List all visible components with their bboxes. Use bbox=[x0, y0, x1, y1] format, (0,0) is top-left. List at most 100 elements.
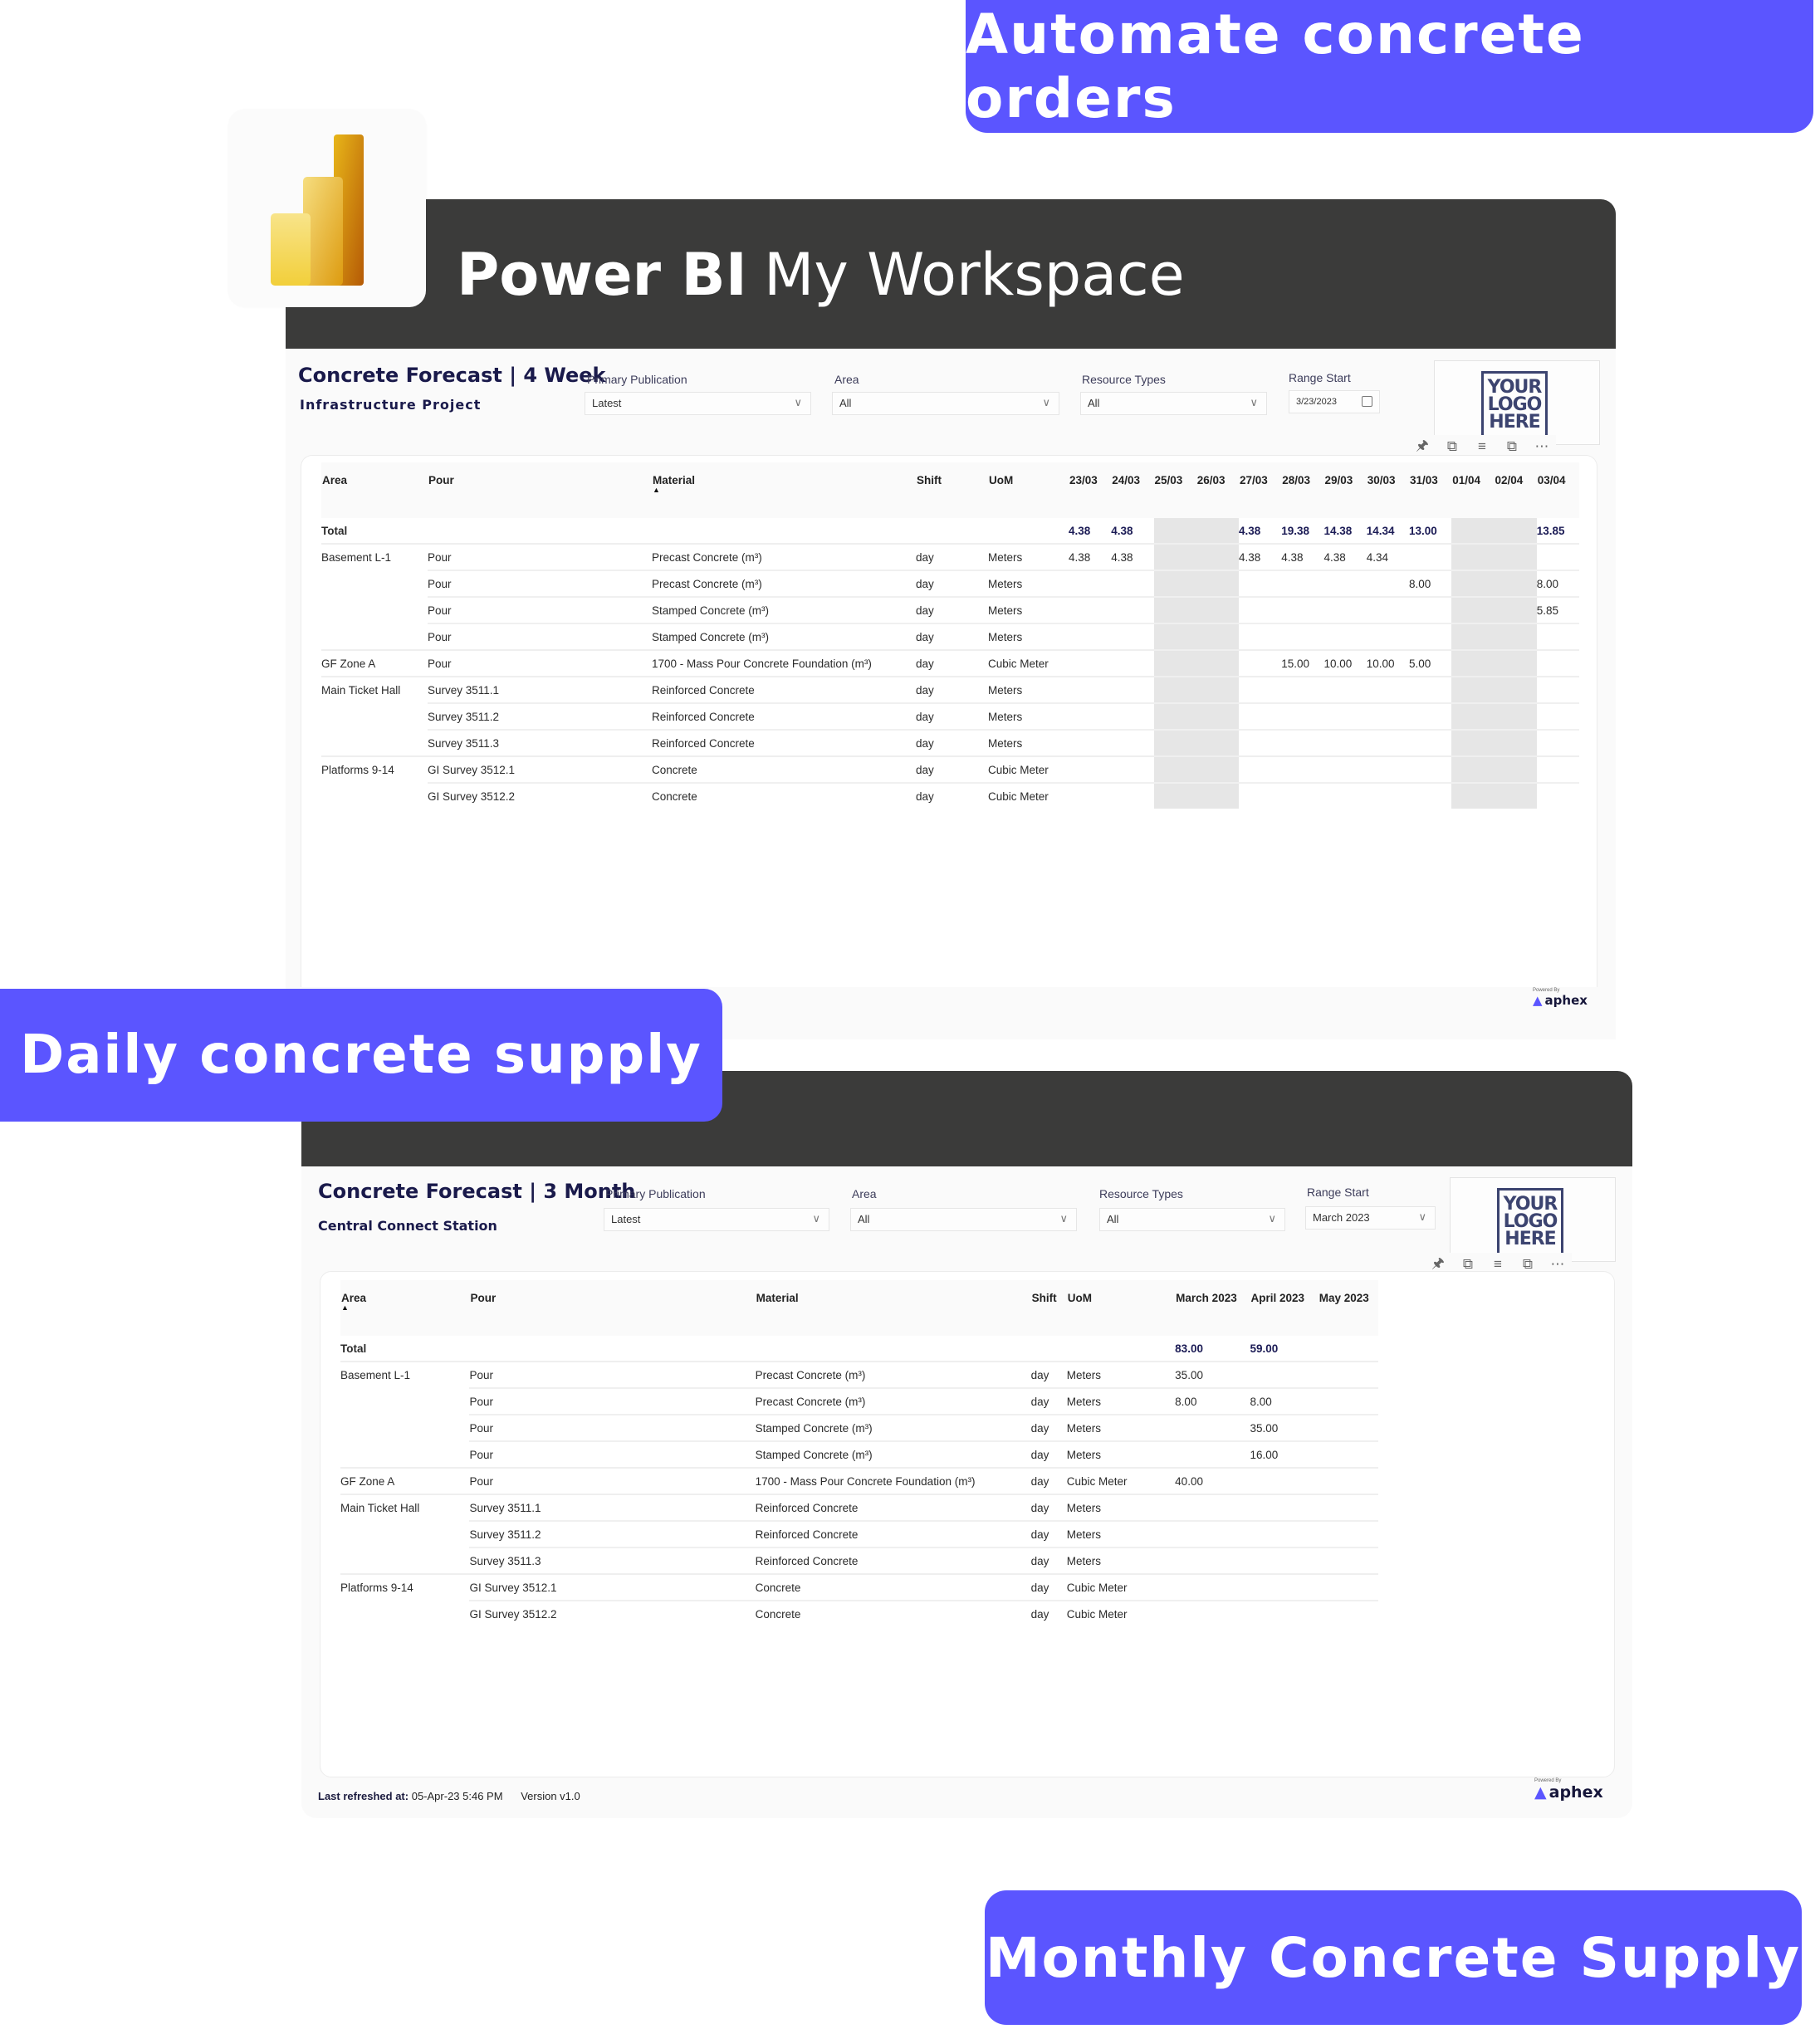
value-cell bbox=[1536, 729, 1579, 756]
value-cell bbox=[1196, 755, 1239, 783]
value-cell bbox=[1409, 729, 1452, 756]
cell-uom: Cubic Meter bbox=[1066, 1600, 1176, 1626]
column-header[interactable]: April 2023 bbox=[1250, 1280, 1319, 1336]
focus-mode-icon[interactable]: ⧉ bbox=[1519, 1256, 1537, 1273]
value-cell: 4.34 bbox=[1366, 543, 1409, 570]
column-header[interactable]: Shift bbox=[1030, 1280, 1067, 1336]
value-cell: 5.00 bbox=[1409, 649, 1452, 677]
column-header[interactable]: 29/03 bbox=[1323, 462, 1367, 518]
powered-by-aphex: Powered By ▲ aphex bbox=[1534, 1778, 1603, 1802]
column-header[interactable]: 23/03 bbox=[1069, 462, 1112, 518]
automate-orders-banner: Automate concrete orders bbox=[966, 0, 1813, 133]
area-dropdown[interactable]: All ∨ bbox=[832, 392, 1059, 415]
cell-material: 1700 - Mass Pour Concrete Foundation (m³… bbox=[755, 1467, 1031, 1494]
value-cell bbox=[1409, 596, 1452, 623]
value-cell bbox=[1175, 1440, 1250, 1468]
column-header-label: UoM bbox=[1067, 1292, 1093, 1304]
cell-uom: Cubic Meter bbox=[1066, 1573, 1176, 1601]
value-cell bbox=[1318, 1573, 1378, 1601]
sort-ascending-icon[interactable]: ▲ bbox=[341, 1304, 468, 1312]
range-start-dropdown[interactable]: March 2023 ∨ bbox=[1305, 1206, 1436, 1230]
column-header[interactable]: Area ▲ bbox=[340, 1280, 470, 1336]
more-options-icon[interactable]: ⋯ bbox=[1548, 1256, 1567, 1273]
cell-pour: Pour bbox=[428, 596, 652, 623]
filter-icon[interactable]: ≡ bbox=[1473, 438, 1491, 455]
column-header[interactable]: UoM bbox=[988, 462, 1069, 518]
column-header[interactable]: March 2023 bbox=[1175, 1280, 1250, 1336]
column-header[interactable]: Material ▲ bbox=[652, 462, 916, 518]
column-header[interactable]: Pour bbox=[428, 462, 652, 518]
column-header[interactable]: 26/03 bbox=[1196, 462, 1239, 518]
cell-material: Precast Concrete (m³) bbox=[652, 570, 916, 597]
cell-shift: day bbox=[1030, 1467, 1067, 1494]
column-header-label: March 2023 bbox=[1176, 1292, 1237, 1304]
column-header[interactable]: May 2023 bbox=[1318, 1280, 1378, 1336]
value-cell bbox=[1366, 596, 1409, 623]
column-header[interactable]: 03/04 bbox=[1536, 462, 1579, 518]
column-header-label: 26/03 bbox=[1196, 474, 1226, 486]
value-cell: 35.00 bbox=[1250, 1414, 1319, 1441]
column-header-label: 24/03 bbox=[1112, 474, 1141, 486]
calendar-icon[interactable] bbox=[1362, 396, 1372, 407]
area-dropdown[interactable]: All ∨ bbox=[850, 1208, 1077, 1231]
column-header[interactable]: 30/03 bbox=[1366, 462, 1409, 518]
column-header[interactable]: Shift bbox=[916, 462, 988, 518]
cell-area: Platforms 9-14 bbox=[321, 755, 428, 783]
filter-icon[interactable]: ≡ bbox=[1489, 1256, 1507, 1273]
column-header[interactable]: 25/03 bbox=[1153, 462, 1196, 518]
total-cell bbox=[1196, 518, 1239, 544]
cell-pour: GI Survey 3512.1 bbox=[428, 755, 652, 783]
column-header-label: 27/03 bbox=[1240, 474, 1268, 486]
copy-icon[interactable]: ⧉ bbox=[1443, 438, 1461, 455]
column-header[interactable]: Area bbox=[321, 462, 428, 518]
column-header-label: Area bbox=[322, 474, 348, 486]
value-cell bbox=[1323, 702, 1367, 730]
value-cell bbox=[1366, 702, 1409, 730]
value-cell bbox=[1250, 1600, 1319, 1626]
resource-types-dropdown[interactable]: All ∨ bbox=[1099, 1208, 1285, 1231]
column-header[interactable]: 02/04 bbox=[1494, 462, 1537, 518]
focus-mode-icon[interactable]: ⧉ bbox=[1503, 438, 1521, 455]
workspace-name[interactable]: My Workspace bbox=[764, 241, 1185, 309]
column-header[interactable]: 01/04 bbox=[1451, 462, 1495, 518]
value-cell bbox=[1451, 755, 1495, 783]
value-cell bbox=[1366, 755, 1409, 783]
resource-types-dropdown[interactable]: All ∨ bbox=[1080, 392, 1267, 415]
value-cell bbox=[1153, 729, 1196, 756]
dropdown-value: All bbox=[1107, 1213, 1119, 1225]
dropdown-value: All bbox=[858, 1213, 870, 1225]
primary-publication-dropdown[interactable]: Latest ∨ bbox=[585, 392, 811, 415]
cell-area: GF Zone A bbox=[321, 649, 428, 677]
value-cell bbox=[1494, 623, 1537, 650]
column-header[interactable]: Material bbox=[755, 1280, 1031, 1336]
cell-shift: day bbox=[916, 543, 988, 570]
value-cell bbox=[1153, 649, 1196, 677]
primary-publication-dropdown[interactable]: Latest ∨ bbox=[604, 1208, 829, 1231]
column-header-label: Area bbox=[341, 1292, 367, 1304]
value-cell bbox=[1409, 755, 1452, 783]
app-name[interactable]: Power BI bbox=[457, 241, 747, 309]
value-cell bbox=[1239, 702, 1282, 730]
value-cell: 8.00 bbox=[1250, 1387, 1319, 1415]
column-header[interactable]: 24/03 bbox=[1111, 462, 1154, 518]
company-logo-placeholder: YOUR LOGO HERE bbox=[1434, 360, 1600, 445]
range-start-date-input[interactable]: 3/23/2023 bbox=[1289, 390, 1380, 413]
cell-uom: Cubic Meter bbox=[1066, 1467, 1176, 1494]
more-options-icon[interactable]: ⋯ bbox=[1533, 438, 1551, 455]
value-cell: 16.00 bbox=[1250, 1440, 1319, 1468]
value-cell bbox=[1250, 1520, 1319, 1547]
value-cell bbox=[1494, 729, 1537, 756]
column-header[interactable]: 31/03 bbox=[1409, 462, 1452, 518]
value-cell: 35.00 bbox=[1175, 1361, 1250, 1388]
column-header[interactable]: 27/03 bbox=[1239, 462, 1282, 518]
cell-uom: Meters bbox=[988, 543, 1069, 570]
value-cell bbox=[1153, 570, 1196, 597]
filter-label-primary-publication: Primary Publication bbox=[605, 1187, 706, 1200]
column-header[interactable]: Pour bbox=[469, 1280, 756, 1336]
value-cell bbox=[1494, 543, 1537, 570]
sort-ascending-icon[interactable]: ▲ bbox=[653, 486, 915, 494]
column-header[interactable]: UoM bbox=[1066, 1280, 1176, 1336]
value-cell bbox=[1175, 1573, 1250, 1601]
column-header[interactable]: 28/03 bbox=[1281, 462, 1324, 518]
copy-icon[interactable]: ⧉ bbox=[1459, 1256, 1477, 1273]
